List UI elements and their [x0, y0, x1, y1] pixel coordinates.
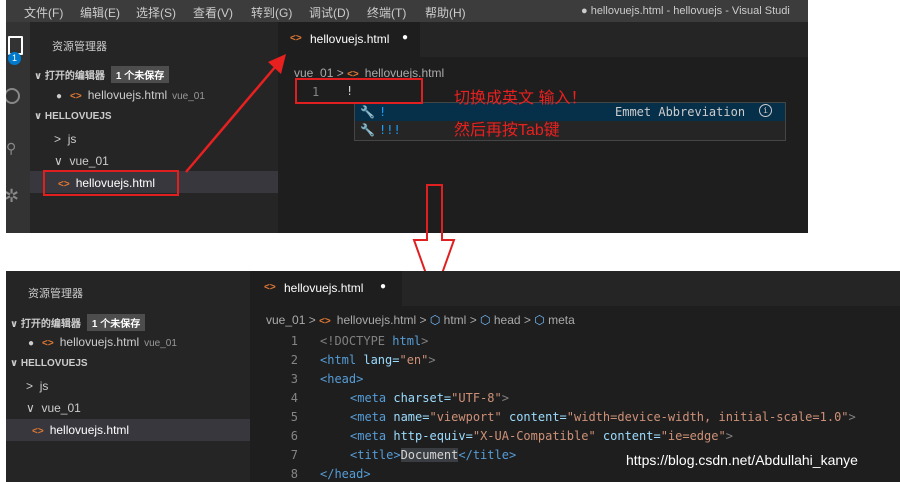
code-token: Document: [400, 448, 459, 462]
code-token: lang=: [363, 353, 400, 367]
line-number: 3: [290, 372, 298, 386]
element-icon: ⬡: [534, 313, 545, 327]
watermark: https://blog.csdn.net/Abdullahi_kanye: [626, 452, 858, 468]
code-token: >: [421, 334, 429, 348]
code-token: </title>: [458, 448, 517, 462]
code-token: "UTF-8": [451, 391, 502, 405]
line-number: 2: [290, 353, 298, 367]
code-token: http-equiv=: [393, 429, 473, 443]
code-token: >: [428, 353, 436, 367]
code-token: >: [501, 391, 509, 405]
tab-bar: <> hellovuejs.html ●: [250, 271, 900, 306]
folder-label: js: [39, 379, 49, 393]
code-token: "ie=edge": [660, 429, 726, 443]
breadcrumb-sep: >: [308, 313, 316, 327]
code-token: <meta: [350, 391, 394, 405]
tab-hellovuejs[interactable]: <> hellovuejs.html ●: [250, 271, 402, 306]
code-token: <meta: [350, 429, 394, 443]
breadcrumb-html[interactable]: html: [444, 313, 467, 327]
code-token: "en": [399, 353, 429, 367]
code-line: 6 <meta http-equiv="X-UA-Compatible" cont…: [250, 429, 900, 448]
line-number: 5: [290, 410, 298, 424]
element-icon: ⬡: [480, 313, 491, 327]
open-file-name: hellovuejs.html: [59, 335, 140, 349]
chevron-down-icon: ∨: [10, 319, 21, 330]
code-line: 3 <head>: [250, 372, 900, 391]
code-token: "viewport": [429, 410, 509, 424]
line-number: 4: [290, 391, 298, 405]
line-number: 7: [290, 448, 298, 462]
code-token: <title>: [350, 448, 401, 462]
explorer-title: 资源管理器: [28, 288, 83, 300]
code-token: name=: [393, 410, 430, 424]
line-number: 6: [290, 429, 298, 443]
code-token: <head>: [320, 372, 364, 386]
element-icon: ⬡: [429, 313, 441, 327]
code-token: >: [725, 429, 733, 443]
code-token: <meta: [350, 410, 394, 424]
tree-file-name: hellovuejs.html: [49, 423, 130, 437]
code-token: "width=device-width, initial-scale=1.0": [566, 410, 849, 424]
breadcrumb-file[interactable]: hellovuejs.html: [337, 313, 416, 327]
code-line: 5 <meta name="viewport" content="width=de…: [250, 410, 900, 429]
html-file-icon: <>: [32, 426, 44, 437]
code-token: </head>: [320, 467, 371, 481]
bottom-screenshot: 资源管理器 ∨ 打开的编辑器 1 个未保存 ● <> hellovuejs.html v…: [6, 271, 900, 482]
code-token: <!DOCTYPE: [320, 334, 393, 348]
open-editor-item[interactable]: ● <> hellovuejs.html vue_01: [28, 335, 177, 349]
tree-file[interactable]: <> hellovuejs.html: [32, 423, 129, 437]
chevron-down-icon: ∨: [10, 358, 21, 369]
breadcrumb-sep: >: [469, 313, 477, 327]
editor-area: <> hellovuejs.html ● vue_01 > <> hellovue…: [250, 271, 900, 482]
tree-folder-js[interactable]: > js: [26, 379, 48, 393]
tree-folder-vue01[interactable]: ∨ vue_01: [26, 401, 81, 415]
project-header[interactable]: ∨ HELLOVUEJS: [10, 358, 88, 369]
line-number: 1: [290, 334, 298, 348]
line-number: 8: [290, 467, 298, 481]
breadcrumb: vue_01 > <> hellovuejs.html > ⬡ html > ⬡ …: [266, 313, 575, 327]
open-editors-header[interactable]: ∨ 打开的编辑器 1 个未保存: [10, 314, 146, 331]
code-token: charset=: [393, 391, 452, 405]
html-file-icon: <>: [319, 316, 331, 327]
code-line: 4 <meta charset="UTF-8">: [250, 391, 900, 410]
tab-label: hellovuejs.html: [284, 281, 364, 295]
chevron-down-icon: ∨: [26, 401, 42, 415]
unsaved-badge: 1 个未保存: [86, 314, 146, 331]
breadcrumb-meta[interactable]: meta: [548, 313, 575, 327]
code-line: 2 <html lang="en">: [250, 353, 900, 372]
open-editors-label: 打开的编辑器: [20, 319, 81, 330]
code-token: "X-UA-Compatible": [472, 429, 603, 443]
breadcrumb-sep: >: [419, 313, 427, 327]
html-file-icon: <>: [264, 282, 276, 293]
breadcrumb-sep: >: [523, 313, 531, 327]
code-line: 8 </head>: [250, 467, 900, 482]
code-token: html: [392, 334, 422, 348]
code-token: >: [848, 410, 856, 424]
breadcrumb-head[interactable]: head: [494, 313, 521, 327]
dirty-dot-icon[interactable]: ●: [380, 281, 386, 292]
project-name: HELLOVUEJS: [20, 358, 88, 369]
code-line: 1 <!DOCTYPE html>: [250, 334, 900, 353]
html-file-icon: <>: [42, 338, 54, 349]
breadcrumb-folder[interactable]: vue_01: [266, 313, 305, 327]
arrow-line: [185, 65, 277, 173]
dirty-dot-icon: ●: [28, 338, 35, 349]
folder-label: vue_01: [41, 401, 81, 415]
chevron-right-icon: >: [26, 379, 40, 393]
explorer-sidebar: 资源管理器 ∨ 打开的编辑器 1 个未保存 ● <> hellovuejs.html v…: [6, 271, 250, 482]
code-token: content=: [508, 410, 567, 424]
code-token: content=: [602, 429, 661, 443]
open-file-dir: vue_01: [144, 338, 177, 349]
code-token: <html: [320, 353, 364, 367]
